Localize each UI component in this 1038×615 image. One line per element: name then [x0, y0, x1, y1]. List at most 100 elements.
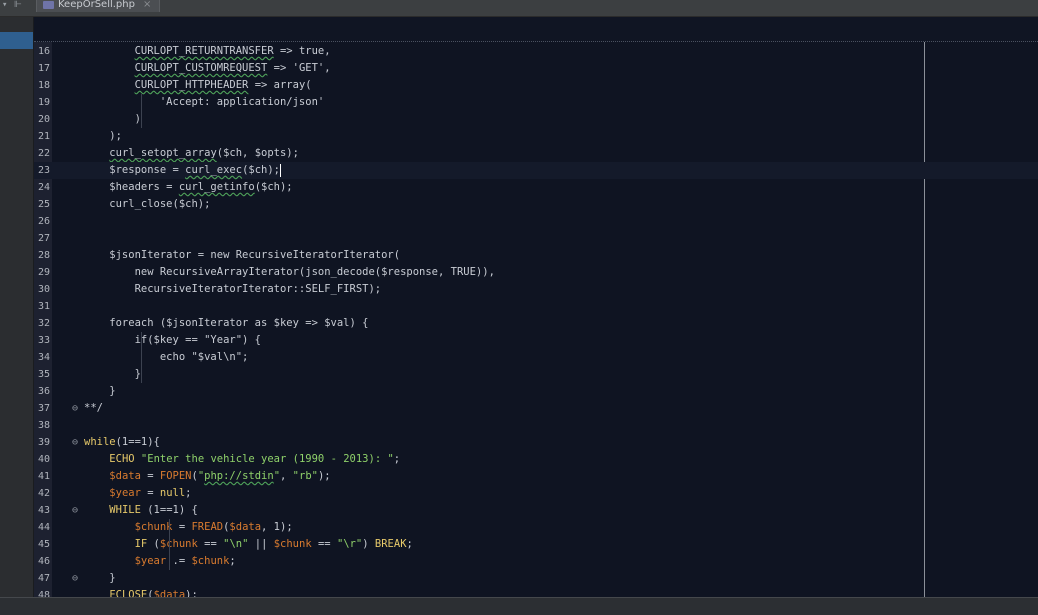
- code-line[interactable]: 45 IF ($chunk == "\n" || $chunk == "\r")…: [34, 536, 1038, 553]
- line-number: 21: [37, 131, 50, 142]
- code-text: $chunk = FREAD($data, 1);: [134, 521, 293, 533]
- tab-keeporsell-php[interactable]: KeepOrSell.php ×: [36, 0, 161, 12]
- breadcrumb-bar: [34, 17, 1038, 42]
- code-line[interactable]: 27: [34, 230, 1038, 247]
- line-number: 48: [37, 590, 50, 597]
- code-line[interactable]: 37 **/ ⊖: [34, 400, 1038, 417]
- indent-guide: [141, 94, 142, 128]
- code-text: ): [84, 113, 141, 125]
- code-text: $year = null;: [109, 487, 192, 499]
- code-text: while(1==1){: [84, 436, 160, 448]
- line-number: 36: [37, 386, 50, 397]
- code-text: }: [84, 368, 141, 380]
- code-line[interactable]: 48 FCLOSE($data);: [34, 587, 1038, 597]
- code-line[interactable]: 32 foreach ($jsonIterator as $key => $va…: [34, 315, 1038, 332]
- fold-toggle-icon[interactable]: ⊖: [72, 434, 80, 451]
- code-line[interactable]: 42 $year = null;: [34, 485, 1038, 502]
- code-line[interactable]: 21 );: [34, 128, 1038, 145]
- line-number: 47: [37, 573, 50, 584]
- line-number: 38: [37, 420, 50, 431]
- code-text: ECHO "Enter the vehicle year (1990 - 201…: [109, 453, 401, 465]
- code-line[interactable]: 29 new RecursiveArrayIterator(json_decod…: [34, 264, 1038, 281]
- code-text: foreach ($jsonIterator as $key => $val) …: [84, 317, 369, 329]
- line-number: 29: [37, 267, 50, 278]
- code-line[interactable]: 41 $data = FOPEN("php://stdin", "rb");: [34, 468, 1038, 485]
- line-number: 37: [37, 403, 50, 414]
- code-text: $data = FOPEN("php://stdin", "rb");: [109, 470, 331, 482]
- code-line[interactable]: 31: [34, 298, 1038, 315]
- code-text: }: [84, 572, 116, 584]
- code-line[interactable]: 24 $headers = curl_getinfo($ch);: [34, 179, 1038, 196]
- line-number: 28: [37, 250, 50, 261]
- status-bar: [0, 597, 1038, 615]
- code-line[interactable]: 44 $chunk = FREAD($data, 1);: [34, 519, 1038, 536]
- line-number: 19: [37, 97, 50, 108]
- line-number: 16: [37, 46, 50, 57]
- code-line[interactable]: 17 CURLOPT_CUSTOMREQUEST => 'GET',: [34, 60, 1038, 77]
- line-number: 20: [37, 114, 50, 125]
- code-text: curl_setopt_array($ch, $opts);: [109, 147, 299, 159]
- code-line[interactable]: 25 curl_close($ch);: [34, 196, 1038, 213]
- code-line[interactable]: 26: [34, 213, 1038, 230]
- code-text: $response = curl_exec($ch);: [84, 163, 281, 177]
- line-number: 42: [37, 488, 50, 499]
- code-line[interactable]: 28 $jsonIterator = new RecursiveIterator…: [34, 247, 1038, 264]
- code-line[interactable]: 39 while(1==1){⊖: [34, 434, 1038, 451]
- indent-guide: [141, 332, 142, 383]
- code-text: $jsonIterator = new RecursiveIteratorIte…: [84, 249, 401, 261]
- selected-tool-item[interactable]: [0, 32, 33, 49]
- code-text: curl_close($ch);: [84, 198, 211, 210]
- line-number: 43: [37, 505, 50, 516]
- code-line[interactable]: 16 CURLOPT_RETURNTRANSFER => true,: [34, 43, 1038, 60]
- tool-window-strip: [0, 17, 34, 597]
- line-number: 26: [37, 216, 50, 227]
- line-number: 41: [37, 471, 50, 482]
- code-line[interactable]: 19 'Accept: application/json': [34, 94, 1038, 111]
- code-line[interactable]: 23 $response = curl_exec($ch);: [34, 162, 1038, 179]
- line-number: 44: [37, 522, 50, 533]
- code-text: IF ($chunk == "\n" || $chunk == "\r") BR…: [134, 538, 413, 550]
- code-line[interactable]: 40 ECHO "Enter the vehicle year (1990 - …: [34, 451, 1038, 468]
- line-number: 33: [37, 335, 50, 346]
- code-line[interactable]: 20 ): [34, 111, 1038, 128]
- text-caret: [280, 163, 281, 177]
- code-line[interactable]: 18 CURLOPT_HTTPHEADER => array(: [34, 77, 1038, 94]
- line-number: 30: [37, 284, 50, 295]
- code-line[interactable]: 38: [34, 417, 1038, 434]
- line-number: 35: [37, 369, 50, 380]
- code-line[interactable]: 33 if($key == "Year") {: [34, 332, 1038, 349]
- line-number: 32: [37, 318, 50, 329]
- code-line[interactable]: 47 } ⊖: [34, 570, 1038, 587]
- split-toggle-icon[interactable]: ⊩: [14, 0, 22, 12]
- fold-toggle-icon[interactable]: ⊖: [72, 502, 80, 519]
- line-number: 24: [37, 182, 50, 193]
- code-text: WHILE (1==1) {: [109, 504, 198, 516]
- code-text: 'Accept: application/json': [84, 96, 325, 108]
- code-text: CURLOPT_CUSTOMREQUEST => 'GET',: [134, 62, 331, 74]
- line-number: 40: [37, 454, 50, 465]
- editor-tab-bar: ▾ ⊩ KeepOrSell.php ×: [0, 0, 1038, 17]
- code-text: CURLOPT_HTTPHEADER => array(: [134, 79, 312, 91]
- fold-toggle-icon[interactable]: ⊖: [72, 400, 80, 417]
- fold-toggle-icon[interactable]: ⊖: [72, 570, 80, 587]
- close-tab-icon[interactable]: ×: [143, 0, 151, 10]
- code-line[interactable]: 46 $year .= $chunk;: [34, 553, 1038, 570]
- code-editor[interactable]: 16 CURLOPT_RETURNTRANSFER => true, 17 CUR…: [34, 42, 1038, 597]
- code-text: echo "$val\n";: [84, 351, 249, 363]
- code-line[interactable]: 22 curl_setopt_array($ch, $opts);: [34, 145, 1038, 162]
- line-number: 23: [37, 165, 50, 176]
- code-line[interactable]: 35 }: [34, 366, 1038, 383]
- code-text: );: [84, 130, 122, 142]
- line-number: 45: [37, 539, 50, 550]
- indent-guide: [169, 519, 170, 570]
- code-line[interactable]: 34 echo "$val\n";: [34, 349, 1038, 366]
- php-file-icon: [43, 1, 54, 9]
- line-number: 17: [37, 63, 50, 74]
- code-line[interactable]: 43 WHILE (1==1) { ⊖: [34, 502, 1038, 519]
- line-number: 27: [37, 233, 50, 244]
- code-line[interactable]: 36 }: [34, 383, 1038, 400]
- tab-title: KeepOrSell.php: [58, 0, 135, 10]
- code-line[interactable]: 30 RecursiveIteratorIterator::SELF_FIRST…: [34, 281, 1038, 298]
- tab-list-dropdown-icon[interactable]: ▾: [2, 0, 7, 12]
- line-number: 25: [37, 199, 50, 210]
